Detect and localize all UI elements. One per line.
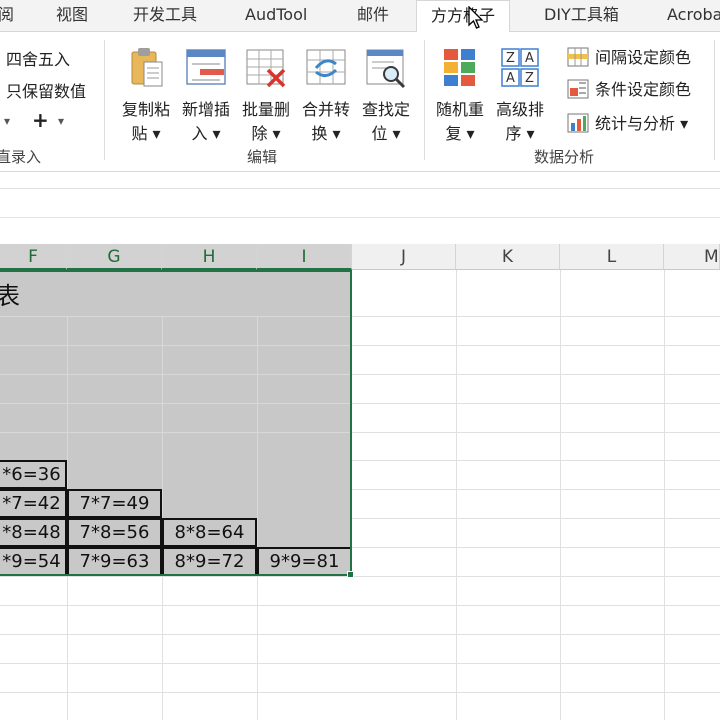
statistics-analysis-label: 统计与分析 ▾	[595, 114, 689, 133]
interval-color-label: 间隔设定颜色	[595, 48, 692, 67]
gridline	[0, 576, 720, 577]
group-label-data-analysis: 数据分析	[534, 148, 595, 166]
column-header-l[interactable]: L	[560, 244, 664, 270]
column-letter: J	[400, 247, 406, 267]
tab-view[interactable]: 视图	[56, 0, 88, 32]
gridline	[456, 270, 457, 720]
chevron-down-icon[interactable]: ▾	[58, 114, 64, 128]
tab-developer[interactable]: 开发工具	[133, 0, 197, 32]
column-header-i[interactable]: I	[257, 244, 352, 270]
column-letter: K	[501, 247, 514, 267]
batch-delete-icon	[246, 49, 286, 88]
insert-icon	[186, 49, 226, 85]
group-separator	[104, 40, 105, 160]
column-header-h[interactable]: H	[162, 244, 257, 270]
group-label-edit: 编辑	[247, 148, 278, 166]
formula-bar[interactable]	[0, 188, 720, 218]
keep-value-button[interactable]: 只保留数值	[6, 78, 86, 102]
tab-mail[interactable]: 邮件	[357, 0, 389, 32]
mouse-cursor-icon	[468, 6, 484, 29]
random-repeat-icon	[444, 49, 475, 86]
fill-handle[interactable]	[347, 571, 354, 578]
condition-color-label: 条件设定颜色	[595, 80, 692, 99]
ribbon-panel: 四舍五入 只保留数值 ▾ + ▾ 直录入 复制粘 贴 ▾ 新增插 入 ▾ 批量删…	[0, 32, 720, 172]
group-label-input: 直录入	[0, 148, 42, 166]
column-header-j[interactable]: J	[352, 244, 456, 270]
paste-icon	[131, 48, 163, 87]
svg-text:A: A	[525, 51, 534, 66]
advanced-sort-label-2: 序 ▾	[505, 124, 535, 143]
selection-border	[0, 270, 352, 576]
find-locate-label-1: 查找定	[361, 100, 410, 119]
plus-button[interactable]: +	[32, 108, 49, 132]
advanced-sort-icon: Z A A Z	[501, 48, 539, 87]
round-button[interactable]: 四舍五入	[6, 46, 70, 70]
group-separator	[714, 40, 715, 160]
column-header-k[interactable]: K	[456, 244, 560, 270]
tab-audtool[interactable]: AudTool	[245, 0, 307, 32]
column-letter: G	[107, 247, 121, 267]
gridline	[162, 576, 163, 720]
gridline	[0, 605, 720, 606]
statistics-icon	[567, 113, 589, 133]
column-header-m[interactable]: M	[664, 244, 720, 270]
gridline	[0, 663, 720, 664]
tab-fangfangge[interactable]: 方方格子	[416, 0, 511, 33]
column-letter: I	[301, 247, 307, 267]
find-locate-icon	[366, 49, 406, 89]
condition-color-icon	[567, 79, 589, 99]
tab-review[interactable]: 阅	[0, 0, 14, 32]
merge-convert-icon	[306, 49, 346, 85]
gridline	[257, 576, 258, 720]
tab-acrobat[interactable]: Acroba	[667, 0, 720, 32]
interval-color-icon	[567, 47, 589, 67]
column-letter: L	[606, 247, 617, 267]
column-letter: H	[202, 247, 216, 267]
tab-diy-toolbox[interactable]: DIY工具箱	[544, 0, 619, 32]
gridline	[67, 576, 68, 720]
svg-text:A: A	[506, 71, 515, 86]
dropdown-arrow-icon[interactable]: ▾	[4, 114, 10, 128]
find-locate-label-2: 位 ▾	[371, 124, 401, 143]
gridline	[0, 692, 720, 693]
svg-text:Z: Z	[525, 71, 534, 86]
advanced-sort-label-1: 高级排	[495, 100, 544, 119]
column-letter: M	[704, 247, 719, 267]
gridline	[560, 270, 561, 720]
gridline	[664, 270, 665, 720]
column-letter: F	[28, 247, 38, 267]
column-header-g[interactable]: G	[67, 244, 162, 270]
ribbon-tab-bar: 阅 视图 开发工具 AudTool 邮件 方方格子 DIY工具箱 Acroba	[0, 0, 720, 33]
svg-text:Z: Z	[506, 51, 515, 66]
column-header-f[interactable]: F	[0, 244, 67, 270]
gridline	[0, 634, 720, 635]
